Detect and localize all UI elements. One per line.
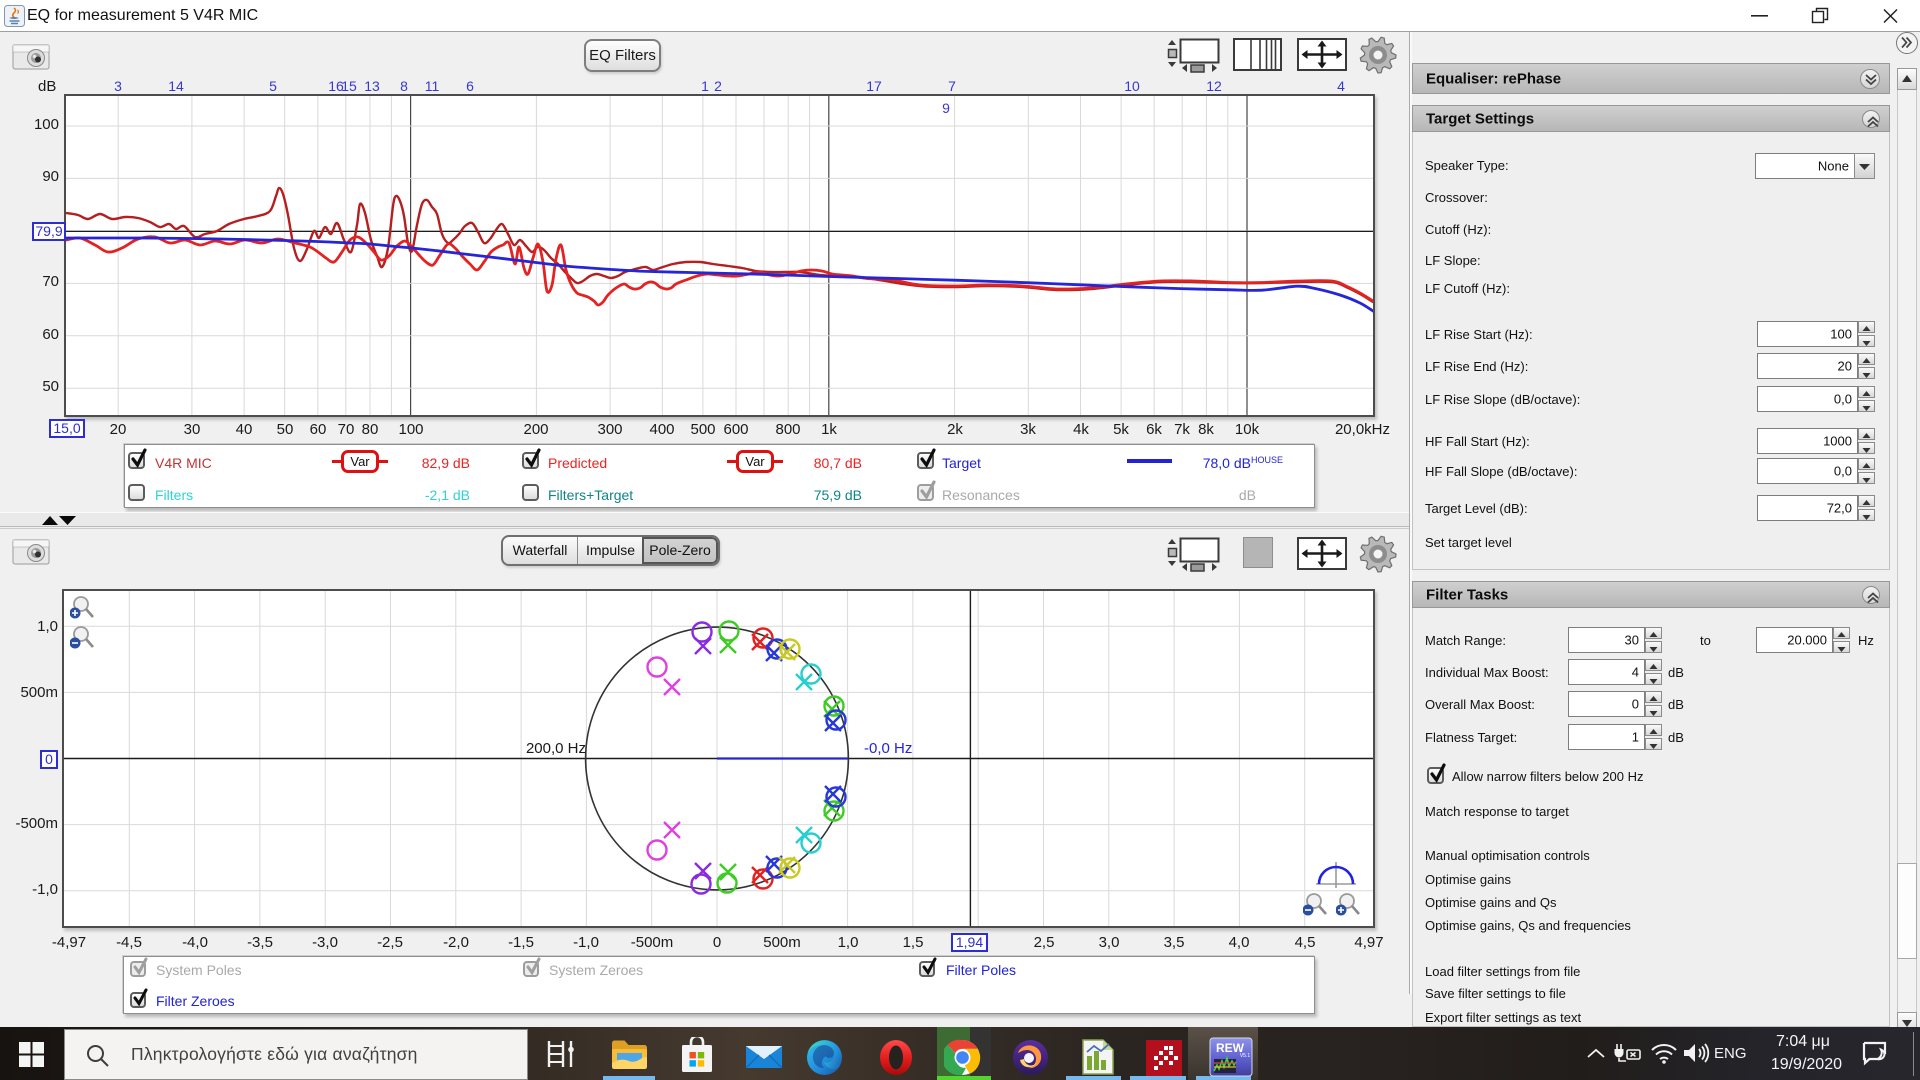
svg-text:V5.1: V5.1	[1240, 1053, 1251, 1059]
